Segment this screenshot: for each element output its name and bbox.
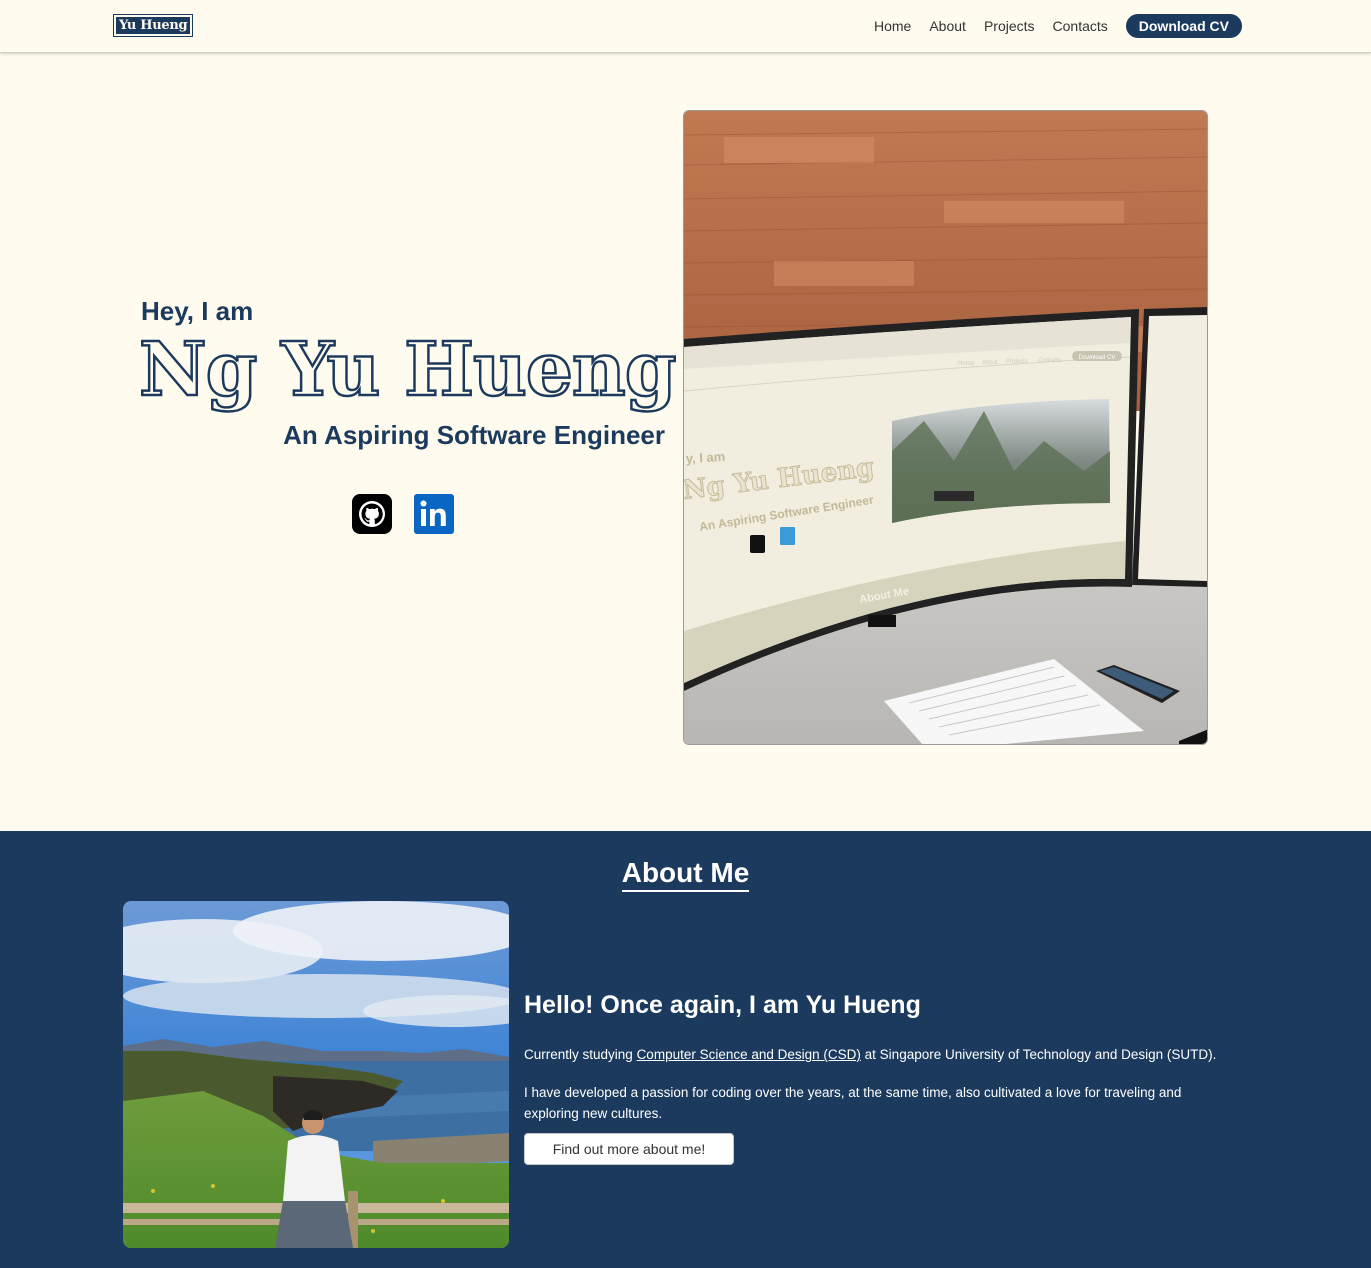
about-section: About Me Hello! Once again, I am Yu Huen…: [0, 831, 1371, 1268]
nav-about-link[interactable]: About: [929, 14, 966, 38]
about-title: About Me: [0, 857, 1371, 892]
github-icon[interactable]: [352, 494, 392, 534]
csd-link[interactable]: Computer Science and Design (CSD): [637, 1047, 861, 1062]
download-cv-button[interactable]: Download CV: [1125, 14, 1242, 38]
preview-nav-home: Home: [958, 361, 975, 367]
preview-intro: y, I am: [685, 449, 725, 466]
about-p1-suffix: at Singapore University of Technology an…: [860, 1047, 1217, 1062]
about-title-text: About Me: [621, 857, 750, 892]
hero-subtitle: An Aspiring Software Engineer: [283, 420, 665, 450]
preview-nav-contacts: Contacts: [1038, 358, 1062, 364]
preview-nav-about: About: [982, 360, 998, 366]
find-out-more-button[interactable]: Find out more about me!: [524, 1133, 734, 1165]
about-p1-prefix: Currently studying: [524, 1047, 637, 1062]
nav-projects-link[interactable]: Projects: [984, 14, 1035, 38]
hero-3d-scene-image: Download CV Home About Projects Contacts…: [683, 110, 1208, 745]
linkedin-icon[interactable]: [414, 494, 454, 534]
logo-text: Yu Hueng: [116, 17, 191, 34]
nav-contacts-link[interactable]: Contacts: [1053, 14, 1108, 38]
preview-cv-button: Download CV: [1079, 355, 1116, 361]
nav-links: Home About Projects Contacts Download CV: [874, 14, 1242, 38]
about-photo: [123, 901, 509, 1248]
about-paragraph-1: Currently studying Computer Science and …: [524, 1044, 1224, 1065]
hero-name: Ng Yu Hueng: [138, 326, 678, 415]
navbar: Yu Hueng Home About Projects Contacts Do…: [0, 0, 1371, 53]
logo[interactable]: Yu Hueng: [113, 14, 194, 37]
about-heading: Hello! Once again, I am Yu Hueng: [524, 991, 921, 1019]
nav-home-link[interactable]: Home: [874, 14, 911, 38]
preview-nav-projects: Projects: [1006, 359, 1028, 365]
about-paragraph-2: I have developed a passion for coding ov…: [524, 1085, 1182, 1121]
